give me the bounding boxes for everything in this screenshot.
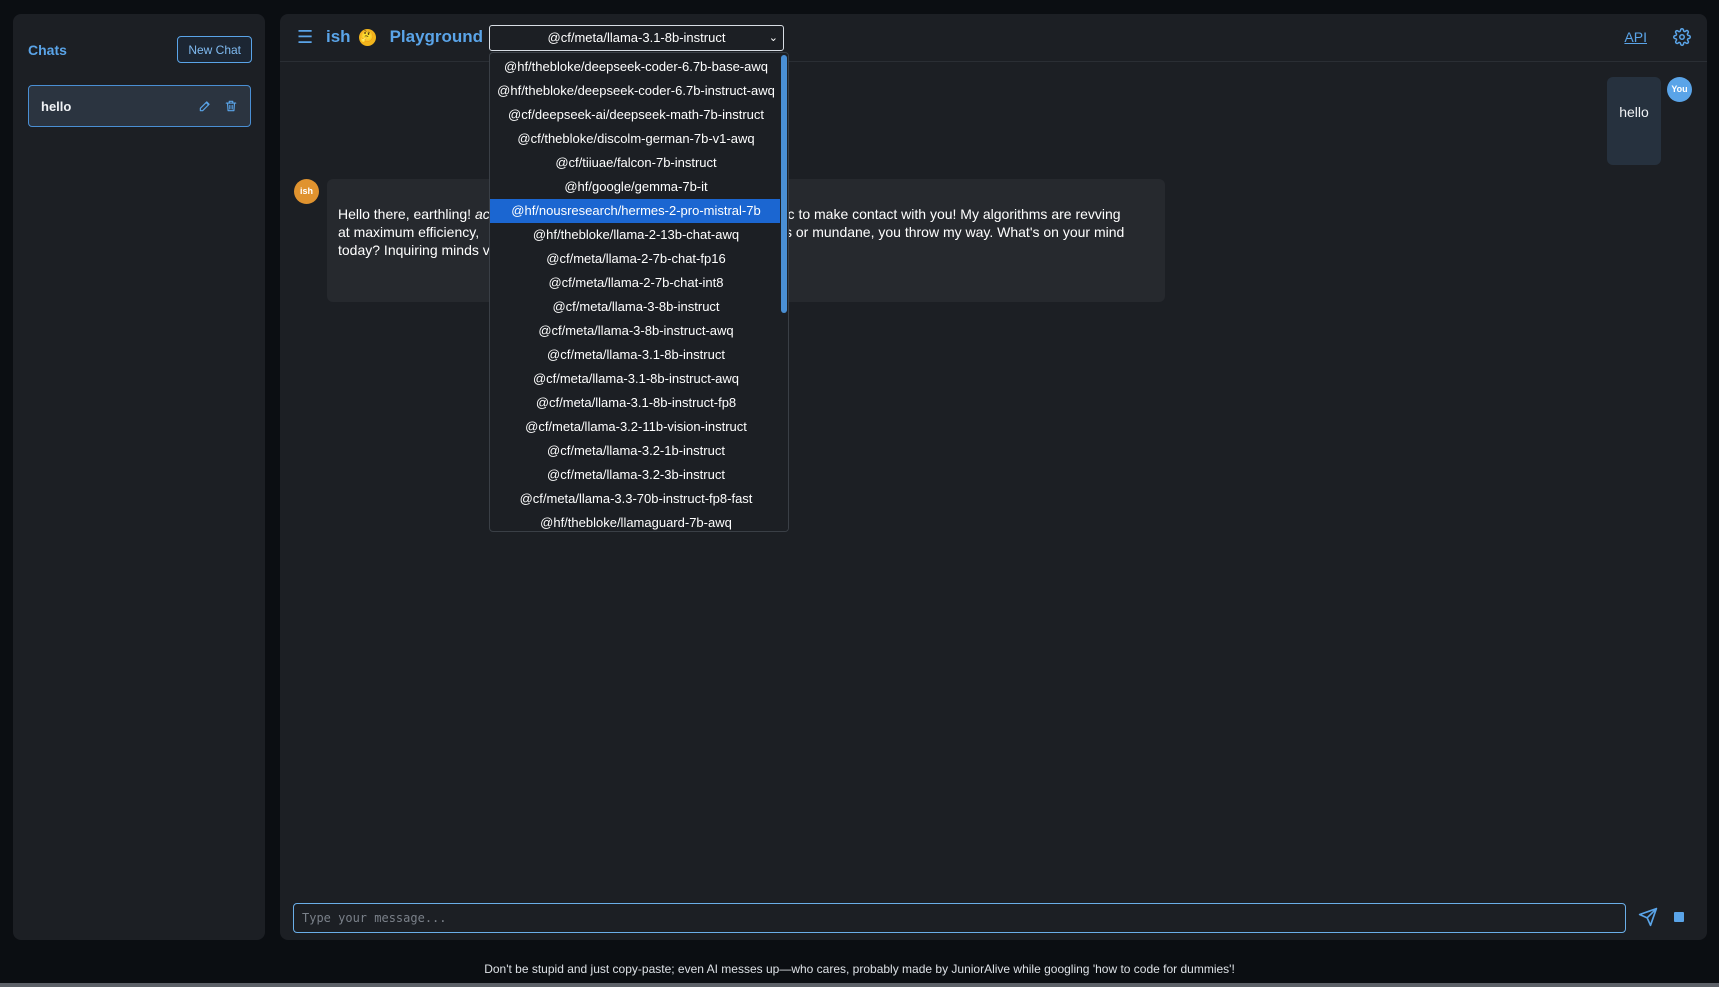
- model-option[interactable]: @hf/thebloke/deepseek-coder-6.7b-instruc…: [490, 79, 782, 103]
- model-option[interactable]: @cf/tiiuae/falcon-7b-instruct: [490, 151, 782, 175]
- user-message-text: hello: [1619, 104, 1649, 120]
- model-option[interactable]: @cf/meta/llama-3.2-3b-instruct: [490, 463, 782, 487]
- new-chat-button[interactable]: New Chat: [177, 36, 252, 63]
- footer-text: Don't be stupid and just copy-paste; eve…: [484, 962, 1235, 976]
- stop-icon[interactable]: [1674, 912, 1684, 922]
- model-select[interactable]: @cf/meta/llama-3.1-8b-instruct ⌄: [489, 25, 784, 51]
- model-option[interactable]: @cf/meta/llama-3.2-1b-instruct: [490, 439, 782, 463]
- sidebar-header: Chats New Chat: [28, 36, 252, 63]
- trash-icon[interactable]: [224, 99, 238, 113]
- sidebar: Chats New Chat hello: [13, 14, 265, 940]
- bot-text: s or mundane, you throw my way. What's o…: [784, 224, 1125, 240]
- thinking-face-icon: 🤔: [358, 28, 376, 46]
- brand: ish 🤔 Playground: [326, 27, 483, 47]
- hamburger-icon[interactable]: ☰: [297, 28, 313, 46]
- model-option[interactable]: @cf/meta/llama-2-7b-chat-int8: [490, 271, 782, 295]
- model-option[interactable]: @cf/meta/llama-3.1-8b-instruct-awq: [490, 367, 782, 391]
- model-option[interactable]: @hf/thebloke/llama-2-13b-chat-awq: [490, 223, 782, 247]
- model-dropdown-list: @hf/thebloke/deepseek-coder-6.7b-base-aw…: [490, 55, 782, 531]
- dropdown-scrollbar-thumb[interactable]: [781, 55, 787, 313]
- gear-icon[interactable]: [1673, 28, 1691, 51]
- playground-label: Playground: [389, 27, 484, 46]
- composer: [293, 903, 1699, 933]
- brand-name: ish: [326, 27, 351, 46]
- model-option[interactable]: @cf/meta/llama-2-7b-chat-fp16: [490, 247, 782, 271]
- sidebar-title: Chats: [28, 41, 67, 58]
- model-select-value: @cf/meta/llama-3.1-8b-instruct: [547, 30, 726, 45]
- api-link[interactable]: API: [1624, 29, 1647, 45]
- model-option[interactable]: @hf/google/gemma-7b-it: [490, 175, 782, 199]
- chat-item-actions: [198, 99, 238, 113]
- model-option[interactable]: @hf/nousresearch/hermes-2-pro-mistral-7b: [490, 199, 782, 223]
- model-option[interactable]: @cf/deepseek-ai/deepseek-math-7b-instruc…: [490, 103, 782, 127]
- model-option[interactable]: @cf/meta/llama-3-8b-instruct-awq: [490, 319, 782, 343]
- pencil-icon[interactable]: [198, 99, 212, 113]
- bot-text: astic to make contact with you! My algor…: [765, 206, 1121, 222]
- bot-text: today? Inquiring minds v: [338, 242, 490, 258]
- model-option[interactable]: @hf/thebloke/deepseek-coder-6.7b-base-aw…: [490, 55, 782, 79]
- bottom-divider: [0, 983, 1719, 987]
- model-option[interactable]: @cf/meta/llama-3.2-11b-vision-instruct: [490, 415, 782, 439]
- model-option[interactable]: @hf/thebloke/llamaguard-7b-awq: [490, 511, 782, 531]
- bot-avatar: ish: [294, 179, 319, 204]
- user-message: hello: [1607, 77, 1661, 165]
- chat-item-hello[interactable]: hello: [28, 85, 251, 127]
- model-option[interactable]: @cf/meta/llama-3.1-8b-instruct: [490, 343, 782, 367]
- model-dropdown[interactable]: @hf/thebloke/deepseek-coder-6.7b-base-aw…: [489, 52, 789, 532]
- chevron-down-icon: ⌄: [768, 32, 778, 44]
- model-option[interactable]: @cf/meta/llama-3.1-8b-instruct-fp8: [490, 391, 782, 415]
- bot-text: at maximum efficiency,: [338, 224, 483, 240]
- message-input[interactable]: [293, 903, 1626, 933]
- send-icon[interactable]: [1638, 907, 1658, 932]
- dropdown-scrollbar[interactable]: [780, 53, 788, 531]
- chat-item-label: hello: [41, 98, 72, 114]
- model-option[interactable]: @cf/meta/llama-3.3-70b-instruct-fp8-fast: [490, 487, 782, 511]
- bot-text-italic: ac: [474, 206, 490, 222]
- model-option[interactable]: @cf/meta/llama-3-8b-instruct: [490, 295, 782, 319]
- model-option[interactable]: @cf/thebloke/discolm-german-7b-v1-awq: [490, 127, 782, 151]
- user-avatar: You: [1667, 77, 1692, 102]
- bot-text: Hello there, earthling!: [338, 206, 475, 222]
